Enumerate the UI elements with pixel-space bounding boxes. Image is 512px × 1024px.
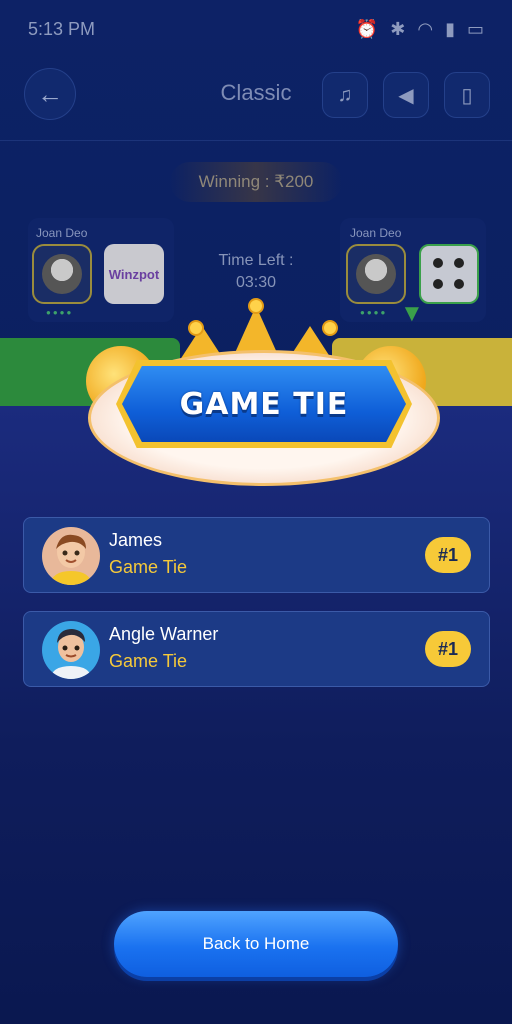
volume-icon: ◀ xyxy=(398,84,414,107)
logo-text: Winzpot xyxy=(108,266,160,282)
crown-ball xyxy=(248,298,264,314)
status-icons: ⏰ ✱ ◠ ▮ ▭ xyxy=(356,19,484,40)
signal-icon: ▮ xyxy=(445,18,455,39)
volume-button[interactable]: ◀ xyxy=(383,72,429,118)
player-status: Game Tie xyxy=(109,651,188,671)
player-avatar xyxy=(346,244,406,304)
winzpot-logo: Winzpot xyxy=(104,244,164,304)
vibrate-icon: ▯ xyxy=(461,84,473,107)
game-tie-badge: GAME TIE xyxy=(0,296,512,496)
timer: Time Left : 03:30 xyxy=(196,250,316,294)
player-status: Game Tie xyxy=(109,557,188,577)
dice-button[interactable] xyxy=(419,244,479,304)
music-button[interactable]: ♫ xyxy=(322,72,368,118)
status-bar: 5:13 PM ⏰ ✱ ◠ ▮ ▭ xyxy=(0,0,512,58)
avatar xyxy=(42,621,100,679)
top-bar: ← Classic ♫ ◀ ▯ xyxy=(0,64,512,128)
battery-icon: ▭ xyxy=(466,18,484,39)
back-to-home-button[interactable]: Back to Home xyxy=(114,911,398,977)
back-button[interactable]: ← xyxy=(24,68,76,120)
arrow-left-icon: ← xyxy=(37,78,63,109)
wifi-icon: ◠ xyxy=(417,18,434,39)
header-divider xyxy=(0,140,512,141)
time-left-value: 03:30 xyxy=(235,274,277,291)
avatar-angle-warner-image xyxy=(42,621,100,679)
result-row: James Game Tie #1 xyxy=(23,517,490,593)
winning-amount: Winning : ₹200 xyxy=(170,162,342,202)
rank-badge: #1 xyxy=(425,537,471,573)
dice-pip xyxy=(433,279,443,289)
alarm-icon: ⏰ xyxy=(355,18,379,39)
player-name: James xyxy=(109,530,163,550)
player-avatar xyxy=(32,244,92,304)
rank-badge: #1 xyxy=(425,631,471,667)
avatar-james-image xyxy=(42,527,100,585)
avatar xyxy=(42,527,100,585)
result-row: Angle Warner Game Tie #1 xyxy=(23,611,490,687)
player-name: Angle Warner xyxy=(109,624,219,644)
avatar-photo xyxy=(356,254,396,294)
badge-title: GAME TIE xyxy=(179,386,349,422)
dice-pip xyxy=(433,258,443,268)
vibrate-button[interactable]: ▯ xyxy=(444,72,490,118)
time-left-label: Time Left : xyxy=(218,252,294,269)
avatar-photo xyxy=(42,254,82,294)
music-icon: ♫ xyxy=(337,83,353,106)
back-to-home-label: Back to Home xyxy=(202,934,310,953)
status-time: 5:13 PM xyxy=(28,18,96,39)
dice-pip xyxy=(454,258,464,268)
crown-ball xyxy=(322,320,338,336)
dice-pip xyxy=(454,279,464,289)
crown-ball xyxy=(188,320,204,336)
page-title: Classic xyxy=(220,80,292,105)
player-name: Joan Deo xyxy=(350,226,402,240)
bluetooth-icon: ✱ xyxy=(390,18,406,39)
player-name: Joan Deo xyxy=(36,226,88,240)
